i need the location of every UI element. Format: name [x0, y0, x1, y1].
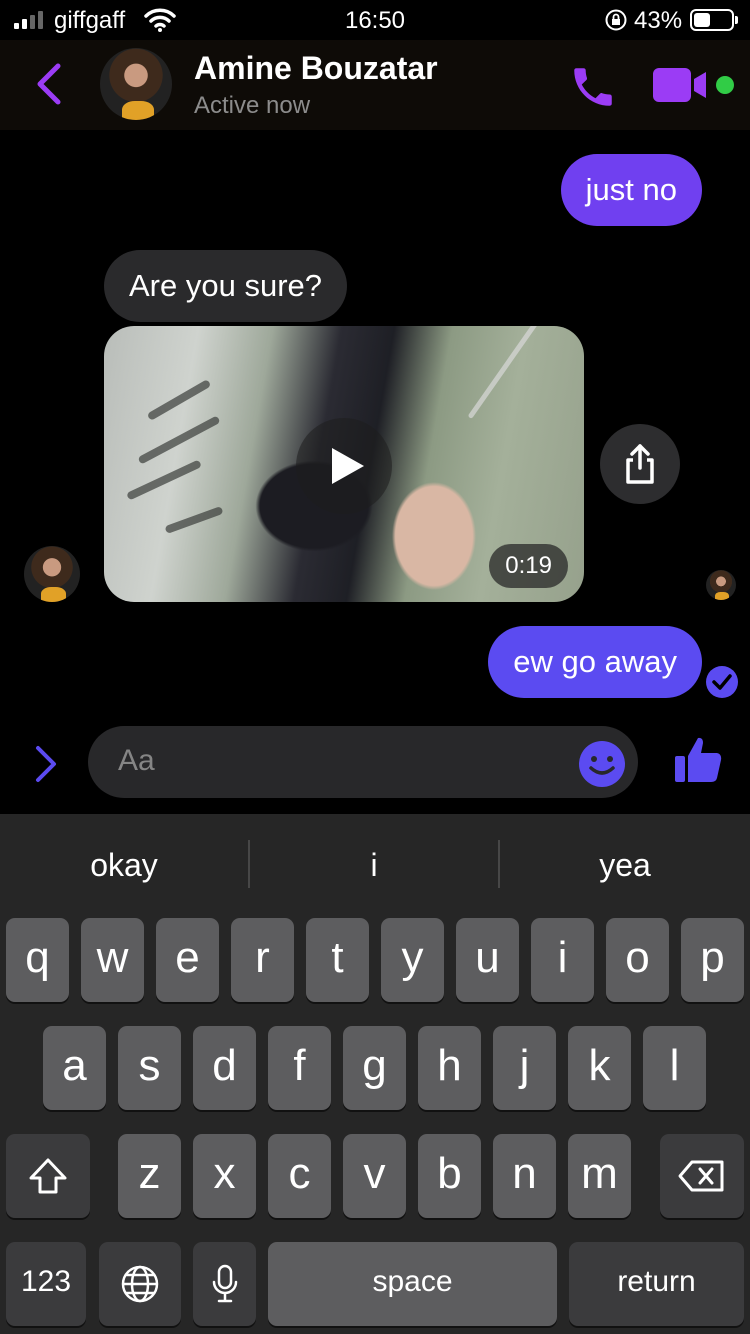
- key-l[interactable]: l: [643, 1026, 706, 1110]
- keyboard: okay i yea q w e r t y u i o p a s d f g…: [0, 814, 750, 1334]
- backspace-icon: [678, 1160, 724, 1192]
- shift-icon: [29, 1158, 67, 1194]
- share-icon: [626, 444, 654, 484]
- suggestion-i[interactable]: i: [250, 814, 498, 914]
- emoji-icon[interactable]: [578, 740, 626, 793]
- thumbs-up-icon[interactable]: [672, 734, 724, 791]
- video-duration: 0:19: [489, 544, 568, 588]
- key-u[interactable]: u: [456, 918, 519, 1002]
- play-button[interactable]: [296, 418, 392, 514]
- suggestion-okay[interactable]: okay: [0, 814, 248, 914]
- key-f[interactable]: f: [268, 1026, 331, 1110]
- share-button[interactable]: [600, 424, 680, 504]
- chat-header: Amine Bouzatar Active now: [0, 40, 750, 130]
- key-q[interactable]: q: [6, 918, 69, 1002]
- key-d[interactable]: d: [193, 1026, 256, 1110]
- contact-avatar-small[interactable]: [24, 546, 80, 602]
- sent-message[interactable]: ew go away: [488, 626, 702, 698]
- key-c[interactable]: c: [268, 1134, 331, 1218]
- status-bar: giffgaff 16:50 43%: [0, 0, 750, 40]
- dictation-key[interactable]: [193, 1242, 256, 1326]
- presence-status: Active now: [194, 92, 311, 119]
- key-o[interactable]: o: [606, 918, 669, 1002]
- key-r[interactable]: r: [231, 918, 294, 1002]
- phone-call-icon[interactable]: [568, 62, 618, 117]
- key-j[interactable]: j: [493, 1026, 556, 1110]
- key-e[interactable]: e: [156, 918, 219, 1002]
- online-indicator: [716, 76, 734, 94]
- read-receipt-avatar: [706, 570, 736, 600]
- key-t[interactable]: t: [306, 918, 369, 1002]
- globe-icon: [121, 1265, 159, 1303]
- key-a[interactable]: a: [43, 1026, 106, 1110]
- suggestion-yea[interactable]: yea: [500, 814, 750, 914]
- key-p[interactable]: p: [681, 918, 744, 1002]
- numbers-key[interactable]: 123: [6, 1242, 86, 1326]
- return-key[interactable]: return: [569, 1242, 744, 1326]
- orientation-lock-icon: [604, 8, 628, 39]
- key-h[interactable]: h: [418, 1026, 481, 1110]
- key-z[interactable]: z: [118, 1134, 181, 1218]
- contact-avatar[interactable]: [100, 48, 172, 120]
- shift-key[interactable]: [6, 1134, 90, 1218]
- key-n[interactable]: n: [493, 1134, 556, 1218]
- space-key[interactable]: space: [268, 1242, 557, 1326]
- received-message[interactable]: Are you sure?: [104, 250, 347, 322]
- microphone-icon: [212, 1264, 237, 1303]
- key-k[interactable]: k: [568, 1026, 631, 1110]
- message-input[interactable]: Aa: [88, 726, 638, 798]
- battery-icon: [690, 9, 738, 31]
- key-y[interactable]: y: [381, 918, 444, 1002]
- delivered-check-icon: [706, 666, 738, 698]
- message-placeholder: Aa: [118, 744, 155, 777]
- key-m[interactable]: m: [568, 1134, 631, 1218]
- key-g[interactable]: g: [343, 1026, 406, 1110]
- globe-key[interactable]: [99, 1242, 181, 1326]
- battery-percent: 43%: [634, 7, 683, 34]
- key-b[interactable]: b: [418, 1134, 481, 1218]
- video-message[interactable]: 0:19: [104, 326, 584, 602]
- key-i[interactable]: i: [531, 918, 594, 1002]
- video-call-icon[interactable]: [652, 66, 710, 109]
- backspace-key[interactable]: [660, 1134, 744, 1218]
- key-w[interactable]: w: [81, 918, 144, 1002]
- sent-message[interactable]: just no: [560, 154, 702, 226]
- play-icon: [332, 448, 364, 484]
- key-s[interactable]: s: [118, 1026, 181, 1110]
- back-button[interactable]: [30, 62, 70, 111]
- chevron-right-icon[interactable]: [30, 744, 60, 789]
- key-x[interactable]: x: [193, 1134, 256, 1218]
- key-v[interactable]: v: [343, 1134, 406, 1218]
- contact-name[interactable]: Amine Bouzatar: [194, 50, 438, 87]
